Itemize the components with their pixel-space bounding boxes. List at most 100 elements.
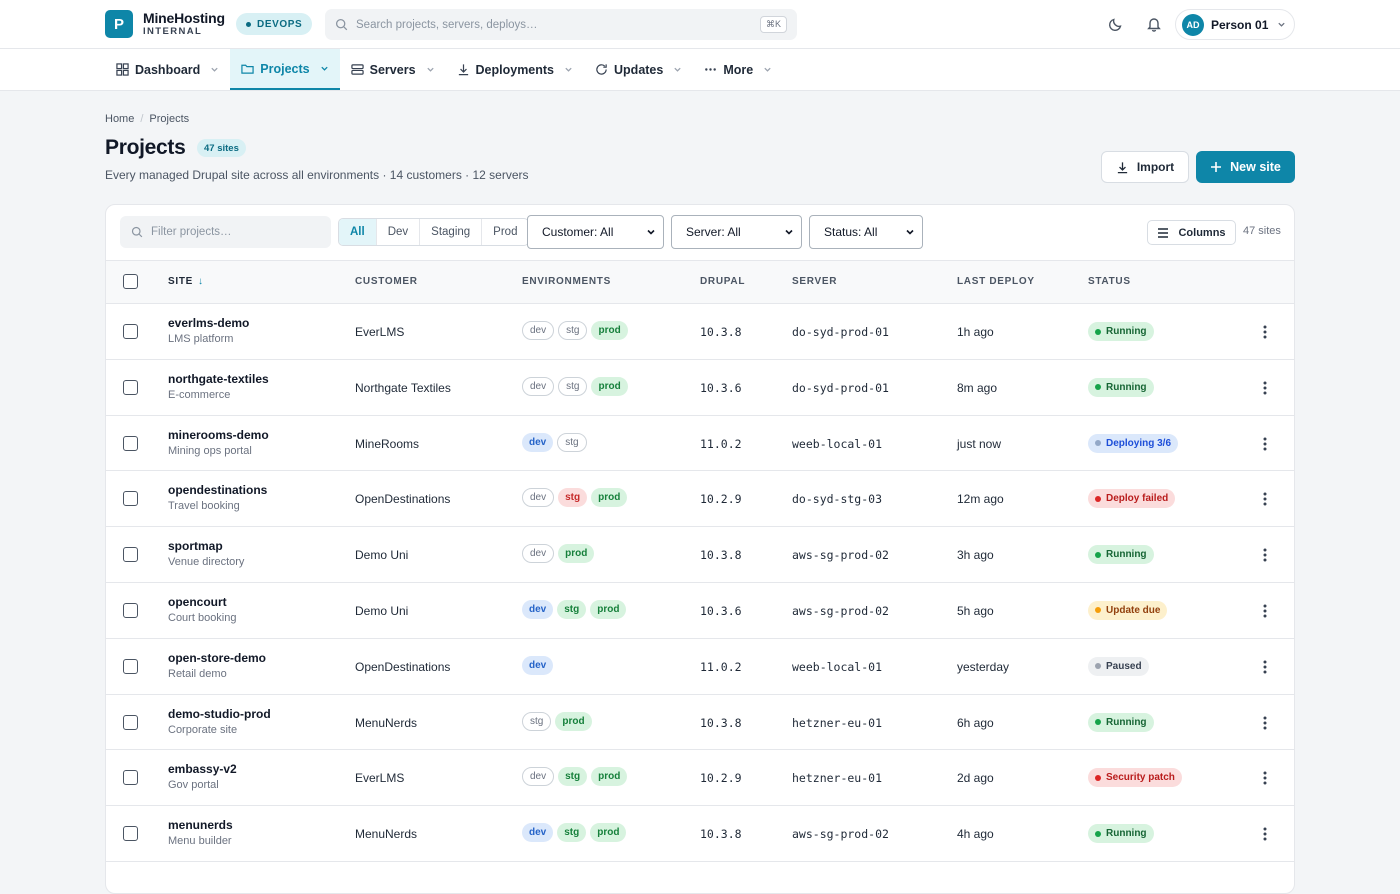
table-row[interactable]: northgate-textiles E-commerce Northgate …: [106, 360, 1294, 416]
nav-more[interactable]: More: [693, 49, 783, 90]
main-nav: Dashboard Projects Servers Deployments U…: [0, 49, 1400, 91]
customer-select[interactable]: Customer: All: [527, 215, 664, 249]
row-checkbox[interactable]: [123, 826, 138, 842]
column-drupal[interactable]: DRUPAL: [700, 276, 745, 287]
column-site[interactable]: SITE ↓: [168, 276, 204, 287]
nav-deployments[interactable]: Deployments: [446, 49, 585, 90]
row-actions-icon[interactable]: [1256, 435, 1274, 453]
status-badge: Deploying 3/6: [1088, 433, 1179, 453]
server-name: do-syd-prod-01: [792, 380, 889, 395]
env-badge: prod: [591, 488, 628, 508]
nav-servers[interactable]: Servers: [340, 49, 446, 90]
site-description: Travel booking: [168, 500, 240, 513]
environment-badges: dev prod: [522, 544, 595, 564]
site-name[interactable]: everlms-demo: [168, 316, 249, 330]
table-row[interactable]: embassy-v2 Gov portal EverLMS dev stg prod…: [106, 750, 1294, 807]
row-checkbox[interactable]: [123, 435, 138, 451]
row-actions-icon[interactable]: [1256, 825, 1274, 843]
nav-projects[interactable]: Projects: [230, 49, 340, 90]
row-actions-icon[interactable]: [1256, 714, 1274, 732]
drupal-version: 10.3.8: [700, 325, 742, 339]
select-all-checkbox[interactable]: [123, 274, 138, 289]
site-name[interactable]: embassy-v2: [168, 762, 237, 776]
env-badge: stg: [522, 711, 552, 731]
breadcrumb-current: Projects: [149, 113, 190, 125]
row-actions-icon[interactable]: [1256, 490, 1274, 508]
row-actions-icon[interactable]: [1256, 379, 1274, 397]
table-row[interactable]: everlms-demo LMS platform EverLMS dev stg…: [106, 304, 1294, 360]
table-row[interactable]: menunerds Menu builder MenuNerds dev stg p…: [106, 806, 1294, 862]
new-site-button[interactable]: New site: [1196, 151, 1295, 183]
row-actions-icon[interactable]: [1256, 546, 1274, 564]
chevron-down-icon: [211, 67, 218, 72]
server-name: do-syd-stg-03: [792, 492, 883, 507]
brand: MineHosting INTERNAL: [143, 11, 225, 38]
moon-icon[interactable]: [1106, 14, 1126, 34]
segment-all[interactable]: All: [339, 219, 377, 245]
site-name[interactable]: opencourt: [168, 595, 227, 609]
site-name[interactable]: northgate-textiles: [168, 372, 269, 386]
app-subtitle: INTERNAL: [143, 26, 203, 37]
user-menu[interactable]: AD Person 01: [1175, 9, 1295, 40]
columns-button[interactable]: Columns: [1147, 220, 1236, 245]
row-checkbox[interactable]: [123, 658, 138, 674]
row-checkbox[interactable]: [123, 324, 138, 339]
breadcrumb-home[interactable]: Home: [105, 113, 134, 125]
chevron-down-icon: [426, 67, 434, 72]
site-description: Court booking: [168, 611, 237, 624]
column-customer[interactable]: CUSTOMER: [355, 276, 418, 287]
site-name[interactable]: sportmap: [168, 539, 223, 553]
row-actions-icon[interactable]: [1256, 769, 1274, 787]
server-name: aws-sg-prod-02: [792, 603, 889, 618]
segment-prod[interactable]: Prod: [482, 219, 528, 245]
table-row[interactable]: opendestinations Travel booking OpenDest…: [106, 471, 1294, 528]
table-row[interactable]: sportmap Venue directory Demo Uni dev pro…: [106, 527, 1294, 583]
row-checkbox[interactable]: [123, 770, 138, 786]
filter-input[interactable]: Filter projects…: [120, 216, 331, 248]
column-last-deploy[interactable]: LAST DEPLOY: [957, 276, 1035, 287]
import-button[interactable]: Import: [1101, 151, 1189, 183]
drupal-version: 10.2.9: [700, 492, 742, 507]
row-actions-icon[interactable]: [1256, 658, 1274, 676]
column-environments[interactable]: ENVIRONMENTS: [522, 276, 611, 287]
table-row[interactable]: opencourt Court booking Demo Uni dev stg p…: [106, 583, 1294, 639]
row-actions-icon[interactable]: [1256, 602, 1274, 620]
table-row[interactable]: demo-studio-prod Corporate site MenuNerd…: [106, 695, 1294, 751]
drupal-version: 10.3.8: [700, 715, 742, 730]
server-name: hetzner-eu-01: [792, 771, 883, 786]
app-logo[interactable]: P: [105, 10, 133, 38]
column-status[interactable]: STATUS: [1088, 276, 1131, 287]
menu-icon: [1158, 227, 1169, 238]
site-name[interactable]: open-store-demo: [168, 651, 266, 665]
status-select[interactable]: Status: All: [809, 215, 923, 249]
nav-dashboard[interactable]: Dashboard: [105, 49, 230, 90]
status-dot: [1095, 663, 1101, 670]
customer-name: MineRooms: [355, 436, 420, 451]
nav-label: Projects: [260, 61, 310, 76]
site-description: Corporate site: [168, 723, 238, 736]
filter-bar: Filter projects… All Dev Staging Prod Cu…: [106, 205, 1294, 261]
row-checkbox[interactable]: [123, 491, 138, 507]
site-name[interactable]: opendestinations: [168, 483, 267, 497]
page-title: Projects: [105, 136, 186, 159]
site-name[interactable]: minerooms-demo: [168, 428, 269, 442]
download-icon: [458, 64, 468, 76]
nav-updates[interactable]: Updates: [584, 49, 693, 90]
folder-icon: [241, 64, 254, 74]
row-checkbox[interactable]: [123, 602, 138, 618]
row-checkbox[interactable]: [123, 714, 138, 730]
bell-icon[interactable]: [1144, 14, 1164, 34]
env-badge: dev: [522, 599, 554, 619]
server-select[interactable]: Server: All: [671, 215, 802, 249]
site-name[interactable]: menunerds: [168, 818, 233, 832]
segment-dev[interactable]: Dev: [377, 219, 421, 245]
table-row[interactable]: open-store-demo Retail demo OpenDestinat…: [106, 639, 1294, 695]
segment-staging[interactable]: Staging: [420, 219, 483, 245]
site-name[interactable]: demo-studio-prod: [168, 707, 271, 721]
row-actions-icon[interactable]: [1256, 323, 1274, 341]
row-checkbox[interactable]: [123, 547, 138, 563]
column-server[interactable]: SERVER: [792, 276, 837, 287]
row-checkbox[interactable]: [123, 379, 138, 395]
table-row[interactable]: minerooms-demo Mining ops portal MineRoo…: [106, 416, 1294, 472]
global-search[interactable]: Search projects, servers, deploys… ⌘K: [325, 9, 797, 40]
